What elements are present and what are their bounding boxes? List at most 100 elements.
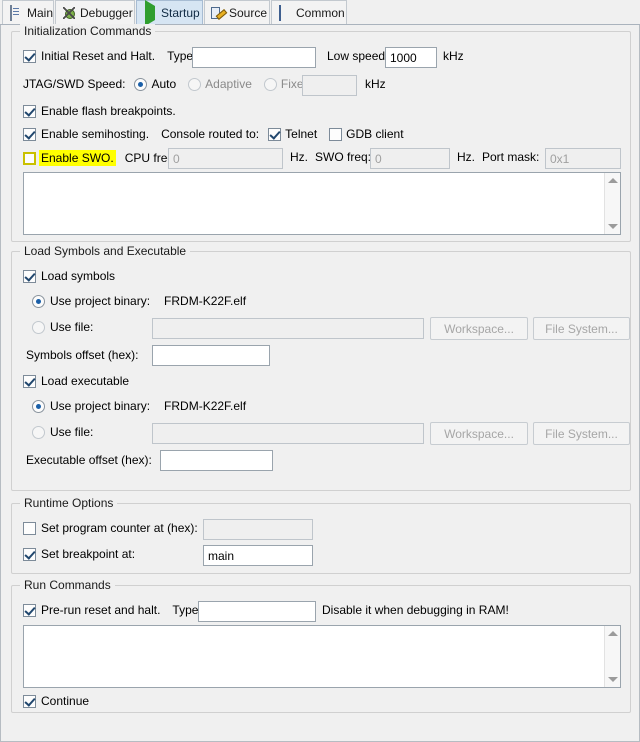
continue-label: Continue bbox=[41, 694, 90, 708]
run-commands-group: Run Commands Pre-run reset and halt. Typ… bbox=[11, 578, 631, 713]
run-commands-scrollbar[interactable] bbox=[604, 626, 620, 687]
prerun-type-input[interactable] bbox=[198, 601, 316, 622]
document-icon bbox=[9, 4, 23, 21]
set-pc-checkbox[interactable] bbox=[23, 521, 36, 535]
init-commands-text[interactable] bbox=[24, 173, 604, 234]
executable-offset-input[interactable] bbox=[160, 450, 273, 471]
swo-checkbox[interactable] bbox=[23, 151, 36, 165]
run-commands-text[interactable] bbox=[24, 626, 604, 687]
swo-row: Enable SWO. CPU freq: bbox=[23, 150, 177, 166]
initialization-commands-title: Initialization Commands bbox=[20, 24, 156, 38]
continue-row: Continue bbox=[23, 694, 89, 708]
telnet-label: Telnet bbox=[285, 127, 318, 141]
tab-startup[interactable]: Startup bbox=[136, 0, 203, 26]
set-pc-label: Set program counter at (hex): bbox=[41, 521, 198, 535]
symbols-use-file-input[interactable] bbox=[152, 318, 424, 339]
port-mask-label: Port mask: bbox=[482, 150, 540, 164]
set-breakpoint-checkbox[interactable] bbox=[23, 547, 36, 561]
continue-checkbox[interactable] bbox=[23, 694, 36, 708]
symbols-project-binary-label: Use project binary: bbox=[50, 294, 151, 308]
tab-common[interactable]: Common bbox=[271, 0, 347, 24]
speed-auto-label: Auto bbox=[151, 77, 177, 91]
scroll-down-icon[interactable] bbox=[608, 224, 618, 229]
speed-fixed-radio[interactable] bbox=[263, 77, 277, 91]
low-speed-input[interactable] bbox=[385, 47, 437, 68]
symbols-offset-row: Symbols offset (hex): bbox=[26, 348, 139, 362]
tab-content-panel: Initialization Commands Initial Reset an… bbox=[0, 24, 640, 742]
tab-source-label: Source bbox=[229, 5, 268, 20]
symbols-use-file-row: Use file: bbox=[32, 320, 93, 334]
speed-adaptive-radio[interactable] bbox=[188, 77, 202, 91]
flash-breakpoints-row: Enable flash breakpoints. bbox=[23, 104, 176, 118]
tab-source[interactable]: Source bbox=[204, 0, 270, 24]
prerun-reset-row: Pre-run reset and halt. Type: bbox=[23, 603, 202, 617]
set-breakpoint-input[interactable] bbox=[203, 545, 313, 566]
exec-use-file-input[interactable] bbox=[152, 423, 424, 444]
set-pc-input[interactable] bbox=[203, 519, 313, 540]
ram-warning-label: Disable it when debugging in RAM! bbox=[322, 603, 509, 617]
flash-breakpoints-checkbox[interactable] bbox=[23, 104, 36, 118]
startup-tab-page: Main Debugger Startup Source Common Init… bbox=[0, 0, 640, 742]
scroll-down-icon[interactable] bbox=[608, 677, 618, 682]
symbols-project-binary-radio[interactable] bbox=[32, 294, 45, 308]
telnet-checkbox[interactable] bbox=[268, 127, 282, 141]
exec-project-binary-radio[interactable] bbox=[32, 399, 45, 413]
symbols-offset-input[interactable] bbox=[152, 345, 270, 366]
symbols-offset-label: Symbols offset (hex): bbox=[26, 348, 139, 362]
executable-offset-label: Executable offset (hex): bbox=[26, 453, 152, 467]
tab-debugger[interactable]: Debugger bbox=[55, 0, 135, 24]
load-symbols-label: Load symbols bbox=[41, 269, 116, 283]
scroll-up-icon[interactable] bbox=[608, 178, 618, 183]
symbols-file-system-button-label: File System... bbox=[545, 321, 618, 336]
low-speed-row: Low speed: bbox=[327, 49, 388, 63]
symbols-file-system-button[interactable]: File System... bbox=[533, 317, 630, 340]
runtime-options-title: Runtime Options bbox=[20, 496, 118, 510]
set-pc-row: Set program counter at (hex): bbox=[23, 521, 198, 535]
tab-strip: Main Debugger Startup Source Common bbox=[0, 0, 640, 26]
jtag-speed-row: JTAG/SWD Speed: Auto Adaptive Fixed bbox=[23, 77, 310, 91]
port-mask-input[interactable] bbox=[545, 148, 621, 169]
init-commands-scrollbar[interactable] bbox=[604, 173, 620, 234]
swo-label: Enable SWO. bbox=[39, 150, 116, 166]
prerun-reset-label: Pre-run reset and halt. bbox=[41, 603, 161, 617]
prerun-reset-checkbox[interactable] bbox=[23, 603, 36, 617]
swo-freq-input[interactable] bbox=[370, 148, 450, 169]
tab-debugger-label: Debugger bbox=[80, 5, 133, 20]
init-commands-textarea[interactable] bbox=[23, 172, 621, 235]
semihosting-checkbox[interactable] bbox=[23, 127, 36, 141]
exec-workspace-button[interactable]: Workspace... bbox=[430, 422, 528, 445]
set-breakpoint-label: Set breakpoint at: bbox=[41, 547, 136, 561]
symbols-project-binary-value: FRDM-K22F.elf bbox=[164, 294, 247, 308]
console-routed-label: Console routed to: bbox=[161, 127, 260, 141]
fixed-speed-input[interactable] bbox=[302, 75, 357, 96]
run-commands-textarea[interactable] bbox=[23, 625, 621, 688]
symbols-use-file-radio[interactable] bbox=[32, 320, 45, 334]
speed-auto-radio[interactable] bbox=[134, 77, 148, 91]
cpu-freq-input[interactable] bbox=[168, 148, 283, 169]
cpu-freq-unit: Hz. bbox=[290, 150, 308, 164]
initial-reset-checkbox[interactable] bbox=[23, 49, 36, 63]
tab-common-label: Common bbox=[296, 5, 345, 20]
initialization-commands-group: Initialization Commands Initial Reset an… bbox=[11, 24, 631, 242]
scroll-up-icon[interactable] bbox=[608, 631, 618, 636]
symbols-use-file-label: Use file: bbox=[50, 320, 94, 334]
exec-file-system-button[interactable]: File System... bbox=[533, 422, 630, 445]
tab-main[interactable]: Main bbox=[2, 0, 54, 24]
load-symbols-executable-title: Load Symbols and Executable bbox=[20, 244, 191, 258]
run-commands-title: Run Commands bbox=[20, 578, 115, 592]
reset-type-input[interactable] bbox=[192, 47, 316, 68]
table-icon bbox=[278, 4, 292, 21]
swo-freq-unit: Hz. bbox=[457, 150, 475, 164]
bug-icon bbox=[62, 6, 76, 20]
source-edit-icon bbox=[211, 6, 225, 20]
gdb-client-checkbox[interactable] bbox=[329, 127, 343, 141]
executable-offset-row: Executable offset (hex): bbox=[26, 453, 152, 467]
exec-project-binary-label: Use project binary: bbox=[50, 399, 151, 413]
load-symbols-executable-group: Load Symbols and Executable Load symbols… bbox=[11, 244, 631, 491]
initial-reset-row: Initial Reset and Halt. Type: bbox=[23, 49, 196, 63]
load-symbols-checkbox[interactable] bbox=[23, 269, 36, 283]
symbols-workspace-button[interactable]: Workspace... bbox=[430, 317, 528, 340]
load-executable-checkbox[interactable] bbox=[23, 374, 36, 388]
exec-use-file-radio[interactable] bbox=[32, 425, 45, 439]
runtime-options-group: Runtime Options Set program counter at (… bbox=[11, 496, 631, 574]
